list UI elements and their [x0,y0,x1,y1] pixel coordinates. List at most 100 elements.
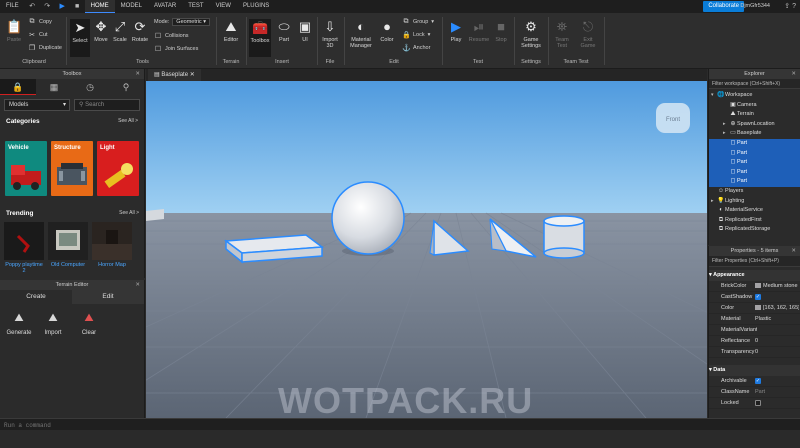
property-row[interactable]: Transparency 0 [709,347,800,358]
play-button[interactable]: ▶ Play [446,19,466,43]
spawn-edge[interactable] [146,209,164,221]
ui-button[interactable]: ▣ UI [296,19,314,43]
property-row[interactable]: Material Plastic [709,314,800,325]
tab-edit[interactable]: Edit [72,290,144,304]
property-value[interactable]: 0 [755,336,799,347]
tree-item[interactable]: ◻ Part [709,148,800,159]
property-value[interactable]: Plastic [755,314,799,325]
checkbox-checked-icon[interactable]: ✓ [755,377,761,384]
tree-item[interactable]: ◻ Part [709,158,800,168]
tree-item[interactable]: ▾ 🌐Workspace [709,91,800,101]
paste-button[interactable]: 📋 Paste [4,19,24,43]
undo-icon[interactable]: ↶ [28,2,37,11]
close-icon[interactable]: ✕ [190,72,195,78]
menu-test[interactable]: TEST [182,0,209,13]
help-icon[interactable]: ? [792,3,796,10]
command-input[interactable] [4,420,704,430]
tree-item[interactable]: ▣Camera [709,101,800,111]
trending-item[interactable]: Poppy playtime 2 [4,222,44,274]
lock-button[interactable]: 🔒 Lock ▾ [402,30,430,39]
clear-terrain-button[interactable]: ⛰ Clear [74,312,104,336]
category-structure[interactable]: Structure [51,141,93,196]
tree-item[interactable]: ◻ Part [709,139,800,149]
properties-filter-input[interactable]: Filter Properties (Ctrl+Shift+P) [709,256,800,267]
material-manager-button[interactable]: ◐ Material Manager [347,19,375,49]
property-value[interactable]: Part [755,387,799,398]
menu-file[interactable]: FILE [0,0,25,13]
menu-plugins[interactable]: PLUGINS [237,0,275,13]
tree-item[interactable]: ◻ Part [709,177,800,187]
property-value[interactable]: ✓ [755,292,799,303]
view-cube[interactable]: Front [656,103,690,133]
color-button[interactable]: ● Color [377,19,397,43]
game-settings-button[interactable]: ⚙ Game Settings [518,19,544,49]
property-row[interactable]: Archivable ✓ [709,376,800,387]
menu-avatar[interactable]: AVATAR [148,0,182,13]
trending-item[interactable]: Horror Map [92,222,132,268]
scene[interactable]: Front [146,81,707,418]
close-icon[interactable]: ✕ [791,246,796,256]
property-row[interactable]: MaterialVariant [709,325,800,336]
close-icon[interactable]: ✕ [791,69,796,79]
property-value[interactable]: ✓ [755,376,799,387]
explorer-filter-input[interactable]: Filter workspace (Ctrl+Shift+X) [709,79,800,89]
tree-item[interactable]: ⧉ ReplicatedFirst [709,216,800,226]
tab-creations[interactable]: ⚲ [108,79,144,95]
category-light[interactable]: Light [97,141,139,196]
collaborate-button[interactable]: Collaborate [703,1,744,12]
rotate-tool-button[interactable]: ⟳ Rotate [130,19,150,43]
tab-recent[interactable]: ◷ [72,79,108,95]
tree-item[interactable]: ◐ MaterialService [709,206,800,216]
import-3d-button[interactable]: ⇩ Import 3D [319,19,341,49]
property-value[interactable]: [163, 162, 165] [755,303,799,314]
select-tool-button[interactable]: ➤ Select [70,19,90,57]
menu-model[interactable]: MODEL [115,0,148,13]
toolbox-button[interactable]: 🧰 Toolbox [249,19,271,57]
tree-item[interactable]: ☺Players [709,187,800,197]
property-value[interactable] [755,398,799,409]
team-test-button[interactable]: ⛯ Team Test [551,19,573,49]
tab-baseplate[interactable]: ▤ Baseplate ✕ [148,69,201,81]
menu-view[interactable]: VIEW [210,0,237,13]
category-select[interactable]: Models ▾ [4,99,70,111]
share-icon[interactable]: ⇪ [784,3,790,10]
scale-tool-button[interactable]: ⤢ Scale [111,19,129,43]
property-value[interactable]: Medium stone grey [755,281,799,292]
tab-create[interactable]: Create [0,290,72,304]
sphere-part[interactable] [331,181,405,255]
tab-inventory[interactable]: 🔒 [0,79,36,95]
stop-quick-icon[interactable]: ■ [73,2,82,11]
terrain-editor-button[interactable]: ⛰ Editor [220,19,242,43]
exit-game-button[interactable]: ⎋ Exit Game [577,19,599,49]
mode-dropdown[interactable]: Geometric ▾ [172,17,210,26]
category-vehicle[interactable]: Vehicle [5,141,47,196]
duplicate-button[interactable]: ❐ Duplicate [28,43,62,52]
menu-home[interactable]: HOME [84,0,115,13]
checkbox-checked-icon[interactable]: ✓ [755,293,761,300]
part-button[interactable]: ⬭ Part [274,19,294,43]
mode-selector[interactable]: Mode: Geometric ▾ [154,17,210,26]
tree-item[interactable]: ⛰Terrain [709,110,800,120]
copy-button[interactable]: ⧉ Copy [28,17,52,26]
import-terrain-button[interactable]: ⛰ Import [38,312,68,336]
join-surfaces-toggle[interactable]: ☐ Join Surfaces [154,44,198,53]
property-row[interactable]: Color [163, 162, 165] [709,303,800,314]
tree-item[interactable]: ◻ Part [709,167,800,178]
cut-button[interactable]: ✂ Cut [28,30,48,39]
resume-button[interactable]: ⏯ Resume [467,19,491,43]
see-all-trending-link[interactable]: See All > [119,210,139,216]
tab-marketplace[interactable]: ▦ [36,79,72,95]
redo-icon[interactable]: ↷ [43,2,52,11]
checkbox-unchecked-icon[interactable] [755,399,761,406]
trending-item[interactable]: Old Computer [48,222,88,268]
appearance-section[interactable]: ▾ Appearance [709,270,800,281]
toolbox-search-input[interactable]: ⚲ Search [74,99,140,111]
tree-item[interactable]: ▸ ▭Baseplate [709,129,800,139]
property-row[interactable]: ClassName Part [709,387,800,398]
collisions-toggle[interactable]: ☐ Collisions [154,31,189,40]
group-button[interactable]: ⧉ Group ▾ [402,17,435,26]
generate-button[interactable]: ⛰ Generate [4,312,34,336]
close-icon[interactable]: ✕ [135,280,140,290]
property-row[interactable]: BrickColor Medium stone grey [709,281,800,292]
3d-viewport[interactable]: Front [146,81,707,418]
